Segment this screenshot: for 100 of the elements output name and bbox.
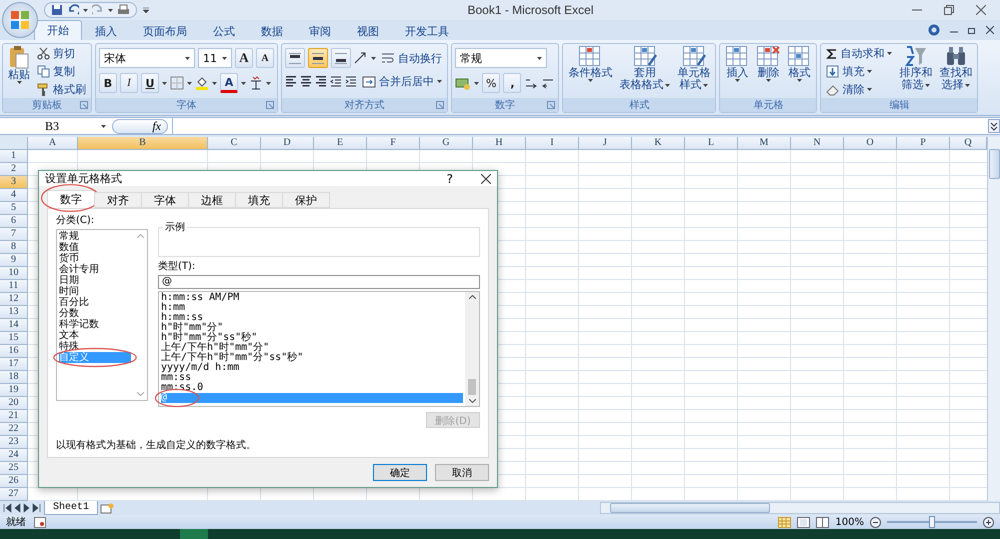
format-item[interactable]: h:mm — [161, 303, 463, 313]
row-header[interactable]: 20 — [0, 397, 28, 410]
name-box[interactable]: B3 — [0, 118, 112, 134]
ribbon-tab[interactable]: 页面布局 — [130, 22, 200, 40]
ribbon-large-button[interactable]: 插入 — [723, 45, 752, 82]
eraser-icon[interactable] — [826, 83, 840, 96]
column-header[interactable]: H — [473, 137, 526, 150]
format-item[interactable]: h"时"mm"分"ss"秒" — [161, 333, 463, 343]
caret-icon[interactable] — [703, 84, 708, 86]
row-header[interactable]: 23 — [0, 436, 28, 449]
column-header[interactable]: B — [78, 137, 208, 150]
row-header[interactable]: 22 — [0, 423, 28, 436]
caret-icon[interactable] — [222, 56, 227, 60]
category-item[interactable]: 会计专用 — [59, 264, 131, 275]
caret-icon[interactable] — [588, 79, 593, 82]
dialog-tab[interactable]: 数字 — [47, 190, 95, 208]
zoom-out-icon[interactable] — [870, 516, 881, 528]
shrink-font-button[interactable]: A — [256, 48, 274, 68]
print-icon[interactable] — [117, 4, 130, 16]
row-header[interactable]: 18 — [0, 371, 28, 384]
format-item[interactable]: mm:ss — [161, 373, 463, 383]
ribbon-tab[interactable]: 开发工具 — [392, 22, 462, 40]
column-header[interactable]: F — [367, 137, 420, 150]
caret-icon[interactable] — [474, 82, 479, 84]
caret-icon[interactable] — [185, 56, 190, 60]
grow-font-button[interactable]: A — [235, 48, 253, 68]
caret-icon[interactable] — [437, 80, 442, 83]
caret-icon[interactable] — [887, 52, 892, 55]
ribbon-small-button[interactable]: 清除 — [824, 81, 894, 98]
insert-function-button[interactable]: fx — [112, 118, 168, 134]
close-icon[interactable] — [976, 5, 986, 15]
format-item[interactable]: h:mm:ss — [161, 313, 463, 323]
italic-button[interactable]: I — [120, 73, 138, 93]
caret-icon[interactable] — [665, 84, 670, 86]
bold-button[interactable]: B — [99, 73, 117, 93]
expand-icon[interactable] — [988, 119, 1000, 133]
format-list-scrollbar[interactable] — [465, 292, 479, 406]
ribbon-tab[interactable]: 审阅 — [296, 22, 344, 40]
column-header[interactable]: A — [28, 137, 78, 150]
row-header[interactable]: 13 — [0, 306, 28, 319]
ribbon-tab[interactable]: 插入 — [82, 22, 130, 40]
help-icon[interactable] — [928, 24, 940, 36]
caret-icon[interactable] — [867, 70, 872, 73]
ribbon-small-button[interactable]: 剪切 — [35, 45, 88, 62]
row-header[interactable]: 12 — [0, 293, 28, 306]
caret-icon[interactable] — [266, 82, 271, 84]
conditional-format-icon[interactable] — [578, 45, 602, 67]
row-header[interactable]: 16 — [0, 345, 28, 358]
format-cells-icon[interactable] — [787, 45, 812, 67]
caret-icon[interactable] — [108, 8, 113, 12]
row-header[interactable]: 10 — [0, 267, 28, 280]
ribbon-tab[interactable]: 开始 — [34, 20, 82, 40]
caret-icon[interactable] — [766, 79, 771, 82]
dialog-tab[interactable]: 边框 — [188, 192, 236, 208]
vertical-scrollbar[interactable] — [987, 137, 1000, 501]
column-header[interactable]: L — [685, 137, 738, 150]
vertical-align-button[interactable] — [331, 48, 351, 68]
clipboard-icon[interactable] — [9, 45, 29, 69]
ribbon-large-button[interactable]: 条件格式 — [566, 45, 614, 82]
caret-icon[interactable] — [537, 56, 542, 60]
row-header[interactable]: 21 — [0, 410, 28, 423]
font-color-button[interactable]: A — [220, 73, 238, 93]
caret-icon[interactable] — [925, 84, 930, 86]
caret-icon[interactable] — [796, 79, 802, 82]
ok-button[interactable]: 确定 — [373, 464, 427, 481]
caret-icon[interactable] — [371, 56, 376, 60]
category-item[interactable]: 百分比 — [59, 297, 131, 308]
close-icon[interactable] — [986, 26, 994, 34]
category-item[interactable]: 日期 — [59, 275, 131, 286]
ribbon-large-button[interactable]: 粘贴 — [6, 45, 32, 84]
ribbon-tab[interactable]: 公式 — [200, 22, 248, 40]
column-header[interactable]: M — [738, 137, 791, 150]
ribbon-large-button[interactable]: 单元格 样式 — [675, 45, 712, 91]
format-item[interactable]: yyyy/m/d h:mm — [161, 363, 463, 373]
cell-style-icon[interactable] — [682, 45, 706, 67]
column-header[interactable]: E — [314, 137, 367, 150]
caret-icon[interactable] — [162, 82, 167, 84]
scissors-icon[interactable] — [37, 47, 50, 60]
horizontal-scrollbar[interactable] — [600, 502, 1000, 514]
ribbon-large-button[interactable]: 删除 — [754, 45, 782, 82]
row-header[interactable]: 2 — [0, 163, 28, 176]
row-header[interactable]: 3 — [0, 176, 28, 189]
row-header[interactable]: 14 — [0, 319, 28, 332]
category-item[interactable]: 分数 — [59, 308, 131, 319]
dialog-tab[interactable]: 对齐 — [94, 192, 142, 208]
category-item[interactable]: 科学记数 — [59, 319, 131, 330]
sheet-navigation-icon[interactable] — [2, 503, 42, 513]
category-item[interactable]: 时间 — [59, 286, 131, 297]
underline-button[interactable]: U — [141, 73, 159, 93]
category-item[interactable]: 常规 — [59, 231, 131, 242]
caret-icon[interactable] — [187, 82, 192, 84]
type-field[interactable]: @ — [158, 275, 480, 289]
category-item[interactable]: 数值 — [59, 242, 131, 253]
dialog-tab[interactable]: 填充 — [235, 192, 283, 208]
zoom-in-icon[interactable] — [983, 516, 994, 528]
row-header[interactable]: 26 — [0, 475, 28, 488]
scrollbar-thumb[interactable] — [988, 149, 1000, 179]
format-item[interactable]: 上午/下午h"时"mm"分"ss"秒" — [161, 353, 463, 363]
ribbon-small-button[interactable]: 格式刷 — [35, 81, 88, 98]
insert-sheet-icon[interactable] — [100, 502, 114, 514]
